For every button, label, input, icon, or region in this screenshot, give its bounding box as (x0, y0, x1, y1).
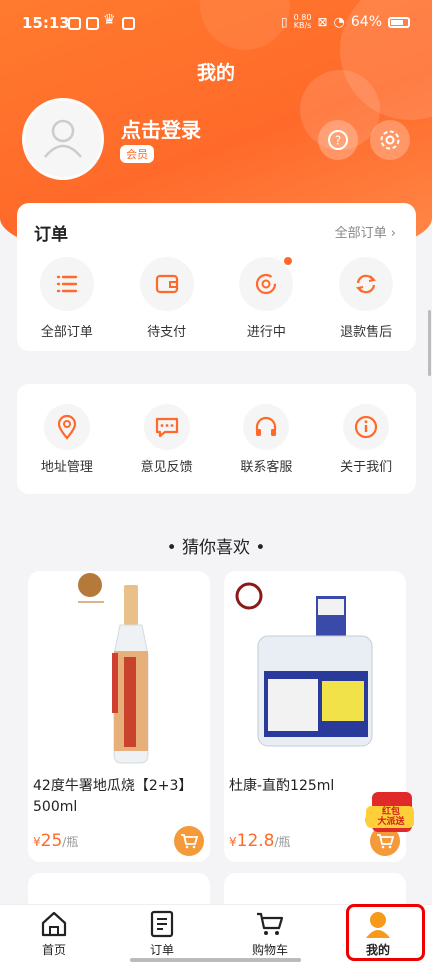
service-feedback-label: 意见反馈 (140, 460, 193, 475)
orders-card: 订单 全部订单 › 全部订单 待支付 进行中 退款售后 (17, 203, 416, 351)
in-progress-icon (256, 273, 277, 295)
promo-line-1: 红包 (381, 807, 400, 817)
login-link[interactable]: 点击登录 (121, 114, 201, 143)
add-to-cart-button[interactable] (174, 826, 204, 856)
tab-home[interactable]: 首页 (0, 905, 108, 964)
order-in-progress-label: 进行中 (246, 325, 286, 340)
help-button[interactable]: ? (318, 120, 358, 160)
product-card[interactable]: 42度牛署地瓜烧【2+3】500ml ¥25/瓶 (28, 571, 210, 862)
product-image (235, 582, 373, 747)
tab-orders-label: 订单 (149, 943, 174, 957)
page-title: 我的 (196, 62, 235, 84)
order-list-icon (150, 910, 174, 938)
refresh-icon (356, 274, 377, 294)
order-refund-label: 退款售后 (340, 325, 393, 340)
app-icon (86, 17, 99, 30)
order-all-label: 全部订单 (40, 325, 93, 340)
services-card: 地址管理 意见反馈 联系客服 关于我们 (17, 384, 416, 494)
scrollbar[interactable] (428, 310, 431, 376)
tab-cart[interactable]: 购物车 (216, 905, 324, 964)
home-icon (41, 911, 67, 937)
order-refund[interactable]: 退款售后 (316, 257, 416, 340)
status-bar: 15:13 ♛ ▯ 0.80 KB/s ⊠ ◔ 64% (0, 0, 432, 50)
crown-icon: ♛ (103, 12, 116, 28)
feedback-icon (155, 417, 178, 438)
product-name: 42度牛署地瓜烧【2+3】500ml (33, 778, 193, 815)
tab-highlight-outline (346, 904, 425, 961)
service-support-label: 联系客服 (240, 460, 293, 475)
battery-icon (388, 16, 410, 28)
orders-title: 订单 (34, 225, 68, 245)
profile-page: 15:13 ♛ ▯ 0.80KB/s ⊠ ◔ 64% 我的 点击登录 会员 ? (0, 0, 432, 964)
sim-icon: ⊠ (317, 15, 328, 29)
service-address-label: 地址管理 (40, 460, 93, 475)
product-price: ¥12.8/瓶 (229, 831, 291, 851)
wifi-icon: ◔ (333, 14, 345, 30)
svg-text:?: ? (335, 134, 341, 148)
info-icon (355, 415, 378, 439)
settings-button[interactable] (370, 120, 410, 160)
avatar[interactable] (22, 98, 104, 180)
app-icon (122, 17, 135, 30)
order-in-progress[interactable]: 进行中 (217, 257, 317, 340)
service-about-label: 关于我们 (340, 460, 393, 475)
order-pending-label: 待支付 (147, 325, 187, 340)
member-badge: 会员 (120, 145, 154, 163)
service-address[interactable]: 地址管理 (17, 404, 117, 475)
cart-icon (181, 834, 198, 849)
status-time: 15:13 (22, 14, 70, 32)
order-pending-payment[interactable]: 待支付 (117, 257, 217, 340)
tab-cart-label: 购物车 (251, 943, 288, 957)
vibrate-icon: ▯ (281, 15, 288, 29)
help-icon: ? (328, 130, 348, 150)
cart-icon (257, 912, 284, 935)
gesture-bar (130, 958, 301, 962)
view-all-orders-link[interactable]: 全部订单 › (335, 222, 396, 241)
tab-home-label: 首页 (41, 943, 66, 957)
product-image (78, 573, 149, 764)
notification-icon (68, 17, 81, 30)
list-icon (56, 275, 78, 293)
wallet-icon (155, 274, 178, 294)
recommend-title: • 猜你喜欢 • (166, 538, 266, 558)
order-all[interactable]: 全部订单 (17, 257, 117, 340)
location-icon (57, 414, 76, 440)
headphones-icon (256, 416, 277, 436)
tab-orders[interactable]: 订单 (108, 905, 216, 964)
user-avatar-icon (44, 119, 82, 158)
service-support[interactable]: 联系客服 (217, 404, 317, 475)
product-price: ¥25/瓶 (33, 831, 79, 851)
red-envelope-promo[interactable]: 红包 大派送 (364, 790, 416, 838)
gear-icon (380, 130, 400, 150)
promo-line-2: 大派送 (377, 817, 405, 827)
notification-dot (284, 257, 293, 265)
service-about[interactable]: 关于我们 (316, 404, 416, 475)
battery-level: 64% (350, 14, 382, 30)
network-speed: 0.80 KB/s (293, 13, 312, 30)
service-feedback[interactable]: 意见反馈 (117, 404, 217, 475)
